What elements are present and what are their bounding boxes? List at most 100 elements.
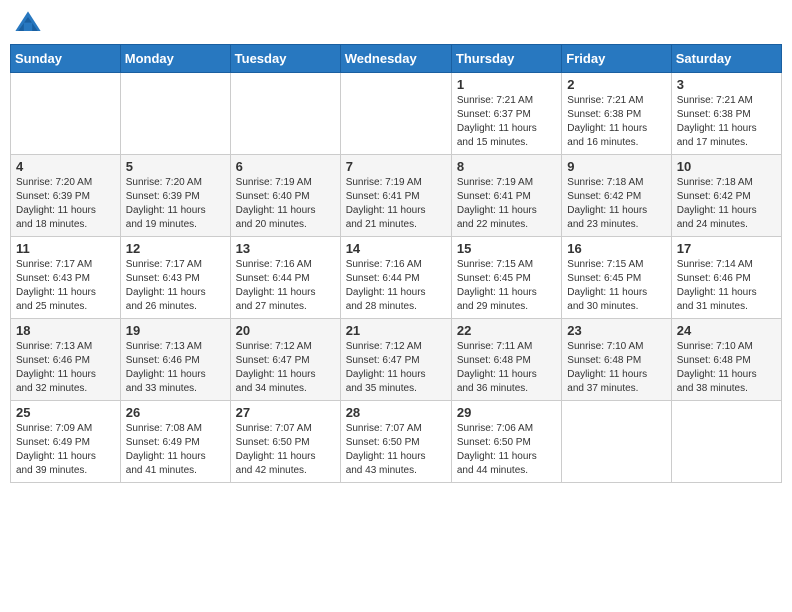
- day-info: Sunrise: 7:10 AM Sunset: 6:48 PM Dayligh…: [567, 340, 665, 396]
- day-cell: 22 Sunrise: 7:11 AM Sunset: 6:48 PM Dayli…: [451, 319, 561, 401]
- day-info: Sunrise: 7:06 AM Sunset: 6:50 PM Dayligh…: [457, 422, 556, 478]
- day-number: 18: [16, 323, 115, 338]
- weekday-header-saturday: Saturday: [671, 45, 781, 73]
- day-cell: 23 Sunrise: 7:10 AM Sunset: 6:48 PM Dayli…: [562, 319, 671, 401]
- weekday-header-tuesday: Tuesday: [230, 45, 340, 73]
- day-cell: [230, 73, 340, 155]
- day-info: Sunrise: 7:19 AM Sunset: 6:41 PM Dayligh…: [457, 176, 556, 232]
- day-number: 21: [346, 323, 446, 338]
- day-cell: [340, 73, 451, 155]
- day-info: Sunrise: 7:14 AM Sunset: 6:46 PM Dayligh…: [677, 258, 776, 314]
- day-cell: 6 Sunrise: 7:19 AM Sunset: 6:40 PM Daylig…: [230, 155, 340, 237]
- day-info: Sunrise: 7:10 AM Sunset: 6:48 PM Dayligh…: [677, 340, 776, 396]
- day-cell: 10 Sunrise: 7:18 AM Sunset: 6:42 PM Dayli…: [671, 155, 781, 237]
- day-info: Sunrise: 7:20 AM Sunset: 6:39 PM Dayligh…: [126, 176, 225, 232]
- day-number: 11: [16, 241, 115, 256]
- day-cell: 26Sunrise: 7:08 AM Sunset: 6:49 PM Dayli…: [120, 401, 230, 483]
- day-cell: 8 Sunrise: 7:19 AM Sunset: 6:41 PM Daylig…: [451, 155, 561, 237]
- day-info: Sunrise: 7:19 AM Sunset: 6:40 PM Dayligh…: [236, 176, 335, 232]
- day-info: Sunrise: 7:16 AM Sunset: 6:44 PM Dayligh…: [346, 258, 446, 314]
- day-number: 20: [236, 323, 335, 338]
- day-cell: 4Sunrise: 7:20 AM Sunset: 6:39 PM Daylig…: [11, 155, 121, 237]
- weekday-row: SundayMondayTuesdayWednesdayThursdayFrid…: [11, 45, 782, 73]
- day-cell: 19 Sunrise: 7:13 AM Sunset: 6:46 PM Dayli…: [120, 319, 230, 401]
- day-cell: 17 Sunrise: 7:14 AM Sunset: 6:46 PM Dayli…: [671, 237, 781, 319]
- weekday-header-wednesday: Wednesday: [340, 45, 451, 73]
- day-number: 24: [677, 323, 776, 338]
- day-info: Sunrise: 7:21 AM Sunset: 6:38 PM Dayligh…: [677, 94, 776, 150]
- day-number: 17: [677, 241, 776, 256]
- day-number: 27: [236, 405, 335, 420]
- day-cell: 15 Sunrise: 7:15 AM Sunset: 6:45 PM Dayli…: [451, 237, 561, 319]
- day-cell: 5 Sunrise: 7:20 AM Sunset: 6:39 PM Daylig…: [120, 155, 230, 237]
- day-info: Sunrise: 7:15 AM Sunset: 6:45 PM Dayligh…: [567, 258, 665, 314]
- day-info: Sunrise: 7:12 AM Sunset: 6:47 PM Dayligh…: [346, 340, 446, 396]
- day-cell: [562, 401, 671, 483]
- weekday-header-friday: Friday: [562, 45, 671, 73]
- day-info: Sunrise: 7:13 AM Sunset: 6:46 PM Dayligh…: [16, 340, 115, 396]
- day-cell: 7 Sunrise: 7:19 AM Sunset: 6:41 PM Daylig…: [340, 155, 451, 237]
- day-number: 26: [126, 405, 225, 420]
- day-cell: 27 Sunrise: 7:07 AM Sunset: 6:50 PM Dayli…: [230, 401, 340, 483]
- day-info: Sunrise: 7:17 AM Sunset: 6:43 PM Dayligh…: [16, 258, 115, 314]
- day-number: 13: [236, 241, 335, 256]
- day-cell: 25Sunrise: 7:09 AM Sunset: 6:49 PM Dayli…: [11, 401, 121, 483]
- day-number: 2: [567, 77, 665, 92]
- day-info: Sunrise: 7:20 AM Sunset: 6:39 PM Dayligh…: [16, 176, 115, 232]
- day-cell: 20Sunrise: 7:12 AM Sunset: 6:47 PM Dayli…: [230, 319, 340, 401]
- day-number: 5: [126, 159, 225, 174]
- day-number: 16: [567, 241, 665, 256]
- day-info: Sunrise: 7:07 AM Sunset: 6:50 PM Dayligh…: [346, 422, 446, 478]
- day-number: 1: [457, 77, 556, 92]
- day-cell: 2Sunrise: 7:21 AM Sunset: 6:38 PM Daylig…: [562, 73, 671, 155]
- day-cell: 21 Sunrise: 7:12 AM Sunset: 6:47 PM Dayli…: [340, 319, 451, 401]
- calendar-table: SundayMondayTuesdayWednesdayThursdayFrid…: [10, 44, 782, 483]
- day-info: Sunrise: 7:17 AM Sunset: 6:43 PM Dayligh…: [126, 258, 225, 314]
- calendar-header: SundayMondayTuesdayWednesdayThursdayFrid…: [11, 45, 782, 73]
- day-cell: 24 Sunrise: 7:10 AM Sunset: 6:48 PM Dayli…: [671, 319, 781, 401]
- day-number: 23: [567, 323, 665, 338]
- day-number: 7: [346, 159, 446, 174]
- day-info: Sunrise: 7:16 AM Sunset: 6:44 PM Dayligh…: [236, 258, 335, 314]
- day-number: 3: [677, 77, 776, 92]
- week-row-3: 11 Sunrise: 7:17 AM Sunset: 6:43 PM Dayli…: [11, 237, 782, 319]
- day-number: 9: [567, 159, 665, 174]
- day-cell: 28 Sunrise: 7:07 AM Sunset: 6:50 PM Dayli…: [340, 401, 451, 483]
- day-cell: [11, 73, 121, 155]
- day-cell: [120, 73, 230, 155]
- day-number: 22: [457, 323, 556, 338]
- day-number: 29: [457, 405, 556, 420]
- week-row-4: 18 Sunrise: 7:13 AM Sunset: 6:46 PM Dayli…: [11, 319, 782, 401]
- day-cell: 29 Sunrise: 7:06 AM Sunset: 6:50 PM Dayli…: [451, 401, 561, 483]
- day-number: 19: [126, 323, 225, 338]
- day-number: 28: [346, 405, 446, 420]
- weekday-header-thursday: Thursday: [451, 45, 561, 73]
- day-info: Sunrise: 7:21 AM Sunset: 6:37 PM Dayligh…: [457, 94, 556, 150]
- day-info: Sunrise: 7:15 AM Sunset: 6:45 PM Dayligh…: [457, 258, 556, 314]
- day-number: 14: [346, 241, 446, 256]
- day-cell: 16 Sunrise: 7:15 AM Sunset: 6:45 PM Dayli…: [562, 237, 671, 319]
- day-info: Sunrise: 7:19 AM Sunset: 6:41 PM Dayligh…: [346, 176, 446, 232]
- day-number: 15: [457, 241, 556, 256]
- day-cell: [671, 401, 781, 483]
- day-info: Sunrise: 7:18 AM Sunset: 6:42 PM Dayligh…: [567, 176, 665, 232]
- day-number: 6: [236, 159, 335, 174]
- day-info: Sunrise: 7:11 AM Sunset: 6:48 PM Dayligh…: [457, 340, 556, 396]
- day-info: Sunrise: 7:13 AM Sunset: 6:46 PM Dayligh…: [126, 340, 225, 396]
- week-row-5: 25Sunrise: 7:09 AM Sunset: 6:49 PM Dayli…: [11, 401, 782, 483]
- day-number: 8: [457, 159, 556, 174]
- day-cell: 1 Sunrise: 7:21 AM Sunset: 6:37 PM Daylig…: [451, 73, 561, 155]
- week-row-2: 4Sunrise: 7:20 AM Sunset: 6:39 PM Daylig…: [11, 155, 782, 237]
- day-info: Sunrise: 7:07 AM Sunset: 6:50 PM Dayligh…: [236, 422, 335, 478]
- day-number: 12: [126, 241, 225, 256]
- day-cell: 3 Sunrise: 7:21 AM Sunset: 6:38 PM Daylig…: [671, 73, 781, 155]
- day-cell: 12 Sunrise: 7:17 AM Sunset: 6:43 PM Dayli…: [120, 237, 230, 319]
- page-header: [10, 10, 782, 38]
- logo-icon: [14, 10, 42, 38]
- day-info: Sunrise: 7:18 AM Sunset: 6:42 PM Dayligh…: [677, 176, 776, 232]
- day-number: 10: [677, 159, 776, 174]
- weekday-header-sunday: Sunday: [11, 45, 121, 73]
- day-cell: 13 Sunrise: 7:16 AM Sunset: 6:44 PM Dayli…: [230, 237, 340, 319]
- day-cell: 14 Sunrise: 7:16 AM Sunset: 6:44 PM Dayli…: [340, 237, 451, 319]
- day-cell: 18 Sunrise: 7:13 AM Sunset: 6:46 PM Dayli…: [11, 319, 121, 401]
